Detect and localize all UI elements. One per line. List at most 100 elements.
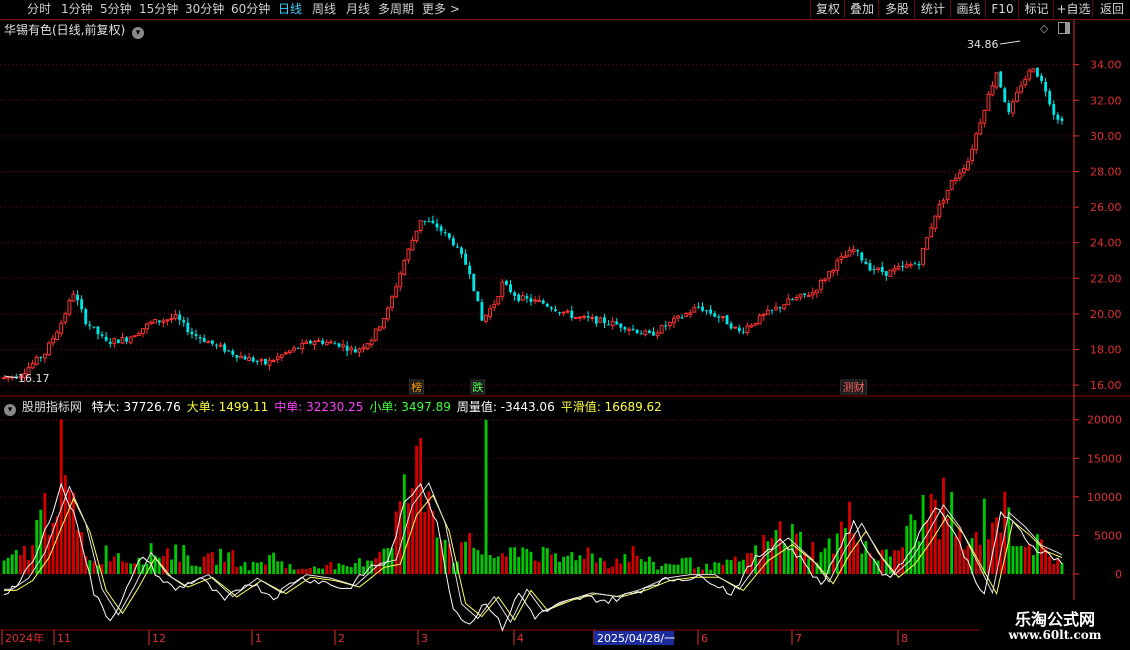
- candle-body[interactable]: [610, 321, 615, 327]
- candle-body[interactable]: [34, 356, 39, 365]
- candle-body[interactable]: [541, 300, 545, 304]
- candle-body[interactable]: [607, 324, 610, 326]
- candle-body[interactable]: [537, 300, 542, 303]
- indicator-bar[interactable]: [76, 530, 79, 574]
- candle-body[interactable]: [864, 261, 868, 265]
- candle-body[interactable]: [42, 353, 47, 359]
- candle-body[interactable]: [418, 220, 423, 232]
- candle-body[interactable]: [525, 296, 529, 299]
- indicator-bar[interactable]: [419, 438, 423, 574]
- candle-body[interactable]: [966, 161, 970, 171]
- candle-body[interactable]: [153, 319, 158, 324]
- indicator-bar[interactable]: [215, 564, 218, 574]
- candle-body[interactable]: [128, 336, 133, 344]
- candle-body[interactable]: [876, 267, 881, 271]
- candle-body[interactable]: [361, 346, 366, 350]
- indicator-bar[interactable]: [362, 566, 365, 574]
- indicator-bar[interactable]: [382, 548, 386, 574]
- candle-body[interactable]: [283, 352, 288, 355]
- candle-body[interactable]: [1007, 103, 1011, 113]
- indicator-bar[interactable]: [129, 563, 133, 574]
- indicator-bar[interactable]: [174, 544, 178, 574]
- candle-body[interactable]: [460, 247, 463, 255]
- candle-body[interactable]: [464, 253, 468, 265]
- indicator-bar[interactable]: [521, 547, 525, 574]
- candle-body[interactable]: [484, 314, 488, 322]
- candle-body[interactable]: [377, 326, 382, 331]
- indicator-bar[interactable]: [611, 566, 615, 574]
- candle-body[interactable]: [827, 271, 832, 279]
- indicator-bar[interactable]: [578, 555, 582, 574]
- indicator-bar[interactable]: [631, 546, 635, 574]
- candle-body[interactable]: [2, 377, 6, 380]
- indicator-bar[interactable]: [14, 549, 18, 574]
- candle-body[interactable]: [573, 317, 578, 320]
- candle-body[interactable]: [847, 249, 852, 257]
- candle-body[interactable]: [443, 232, 447, 234]
- indicator-bar[interactable]: [1011, 546, 1015, 574]
- indicator-bar[interactable]: [786, 548, 790, 574]
- candle-body[interactable]: [447, 233, 451, 238]
- indicator-bar[interactable]: [345, 566, 349, 574]
- indicator-bar[interactable]: [223, 562, 227, 574]
- indicator-bar[interactable]: [484, 419, 488, 574]
- candle-body[interactable]: [1027, 70, 1032, 80]
- candle-body[interactable]: [349, 347, 354, 351]
- candle-body[interactable]: [215, 344, 218, 346]
- indicator-bar[interactable]: [296, 569, 300, 574]
- indicator-bar[interactable]: [717, 562, 721, 574]
- indicator-bar[interactable]: [811, 541, 815, 574]
- indicator-bar[interactable]: [676, 564, 680, 574]
- candle-body[interactable]: [578, 316, 582, 319]
- candle-body[interactable]: [814, 289, 819, 294]
- candle-body[interactable]: [999, 71, 1003, 88]
- candle-body[interactable]: [353, 349, 357, 353]
- candle-body[interactable]: [790, 299, 794, 301]
- indicator-bar[interactable]: [594, 562, 598, 574]
- candle-body[interactable]: [835, 259, 840, 271]
- indicator-bar[interactable]: [349, 567, 353, 574]
- candle-body[interactable]: [603, 317, 606, 324]
- indicator-bar[interactable]: [235, 567, 239, 574]
- candle-body[interactable]: [312, 341, 317, 346]
- indicator-bar[interactable]: [423, 512, 427, 574]
- candle-body[interactable]: [406, 248, 411, 261]
- indicator-bar[interactable]: [954, 535, 958, 574]
- indicator-bar[interactable]: [570, 552, 574, 574]
- candle-body[interactable]: [206, 341, 211, 344]
- candle-body[interactable]: [1015, 91, 1019, 102]
- indicator-bar[interactable]: [1048, 556, 1052, 574]
- indicator-bar[interactable]: [10, 554, 14, 574]
- candle-body[interactable]: [108, 341, 112, 344]
- candle-body[interactable]: [929, 227, 934, 238]
- indicator-bar[interactable]: [721, 564, 725, 574]
- indicator-bar[interactable]: [317, 568, 320, 574]
- indicator-bar[interactable]: [149, 543, 153, 574]
- candle-body[interactable]: [157, 320, 161, 323]
- indicator-bar[interactable]: [974, 532, 978, 574]
- indicator-bar[interactable]: [929, 493, 933, 574]
- indicator-bar[interactable]: [18, 555, 22, 574]
- candle-body[interactable]: [904, 264, 909, 268]
- candle-body[interactable]: [558, 312, 561, 314]
- indicator-bar[interactable]: [198, 566, 202, 574]
- indicator-bar[interactable]: [696, 567, 700, 574]
- candle-body[interactable]: [1056, 114, 1060, 120]
- indicator-bar[interactable]: [774, 530, 778, 574]
- indicator-bar[interactable]: [492, 557, 496, 574]
- candle-body[interactable]: [652, 331, 655, 336]
- indicator-bar[interactable]: [264, 564, 267, 574]
- candle-body[interactable]: [925, 237, 930, 250]
- candle-body[interactable]: [990, 85, 995, 96]
- indicator-bar[interactable]: [1060, 562, 1064, 574]
- candle-body[interactable]: [745, 325, 750, 334]
- candle-body[interactable]: [178, 314, 182, 321]
- indicator-bar[interactable]: [937, 539, 941, 574]
- indicator-bar[interactable]: [206, 553, 210, 574]
- event-marker-label[interactable]: 跌: [472, 380, 483, 394]
- candle-body[interactable]: [851, 248, 856, 253]
- event-marker-label[interactable]: 榜: [411, 380, 422, 394]
- indicator-bar[interactable]: [737, 561, 741, 574]
- indicator-bar[interactable]: [549, 554, 553, 574]
- indicator-bar[interactable]: [517, 556, 521, 574]
